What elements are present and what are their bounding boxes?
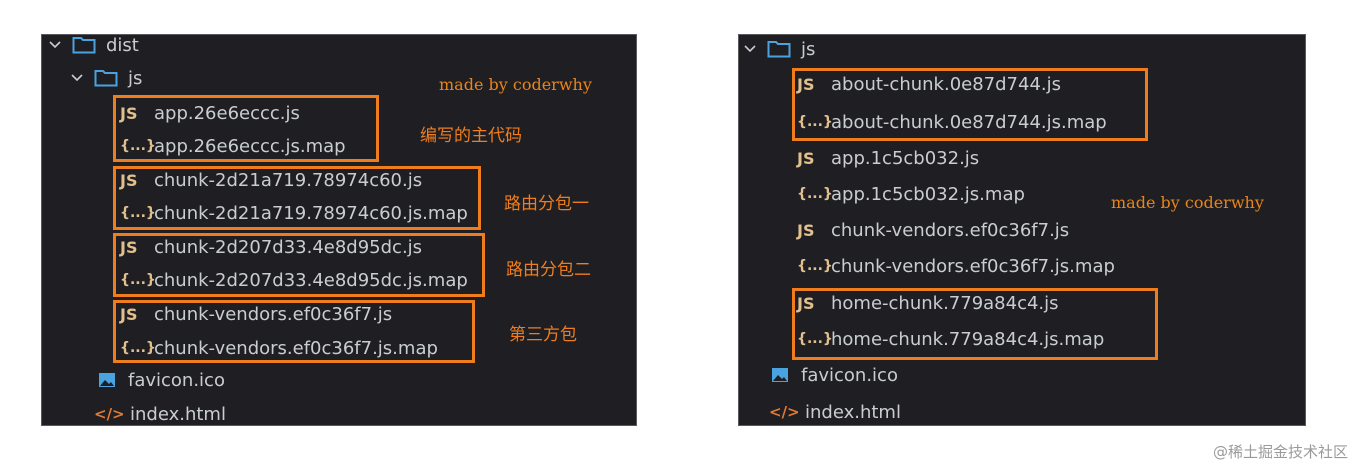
annotation-route-chunk-2: 路由分包二 bbox=[506, 260, 591, 280]
file-row[interactable]: JS chunk-vendors.ef0c36f7.js bbox=[797, 214, 1069, 246]
html-file-icon: </> bbox=[94, 405, 125, 423]
image-file-icon bbox=[98, 372, 118, 388]
js-file-icon: JS bbox=[797, 220, 815, 240]
annotation-main-code: 编写的主代码 bbox=[420, 126, 522, 146]
file-name: index.html bbox=[130, 403, 226, 425]
file-name: chunk-vendors.ef0c36f7.js.map bbox=[831, 255, 1115, 277]
file-row[interactable]: {...} app.1c5cb032.js.map bbox=[797, 178, 1025, 210]
watermark: @稀土掘金技术社区 bbox=[1212, 443, 1348, 461]
js-file-icon: JS bbox=[797, 148, 815, 168]
file-row[interactable]: JS app.1c5cb032.js bbox=[797, 142, 979, 174]
file-row[interactable]: favicon.ico bbox=[771, 359, 898, 391]
made-by-label: made by coderwhy bbox=[1111, 193, 1264, 212]
folder-row-js[interactable]: js bbox=[70, 62, 142, 94]
chevron-down-icon bbox=[743, 42, 757, 56]
folder-icon bbox=[767, 40, 791, 58]
file-row[interactable]: favicon.ico bbox=[98, 364, 225, 396]
made-by-label: made by coderwhy bbox=[439, 75, 592, 94]
file-name: app.1c5cb032.js.map bbox=[831, 183, 1025, 205]
file-name: index.html bbox=[805, 401, 901, 423]
folder-row-js[interactable]: js bbox=[743, 35, 816, 65]
left-file-explorer: dist js JS app.26e6eccc.js {...} app.26e… bbox=[41, 34, 637, 426]
highlight-box bbox=[113, 300, 475, 363]
folder-row-dist[interactable]: dist bbox=[48, 34, 139, 61]
chevron-down-icon bbox=[48, 38, 62, 52]
file-name: favicon.ico bbox=[801, 364, 898, 386]
highlight-box bbox=[113, 95, 379, 162]
highlight-box bbox=[113, 233, 485, 297]
folder-icon bbox=[94, 69, 118, 87]
json-file-icon: {...} bbox=[797, 186, 833, 202]
file-row[interactable]: {...} chunk-vendors.ef0c36f7.js.map bbox=[797, 250, 1115, 282]
annotation-route-chunk-1: 路由分包一 bbox=[504, 194, 589, 214]
json-file-icon: {...} bbox=[797, 258, 833, 274]
folder-icon bbox=[72, 36, 96, 54]
chevron-down-icon bbox=[70, 71, 84, 85]
folder-label: js bbox=[801, 38, 816, 60]
file-name: chunk-vendors.ef0c36f7.js bbox=[831, 219, 1070, 241]
folder-label: dist bbox=[106, 34, 139, 56]
image-file-icon bbox=[771, 367, 791, 383]
file-name: favicon.ico bbox=[128, 369, 225, 391]
file-row[interactable]: </> index.html bbox=[769, 396, 901, 425]
highlight-box bbox=[792, 288, 1158, 360]
annotation-vendors: 第三方包 bbox=[509, 325, 577, 345]
folder-label: js bbox=[128, 67, 143, 89]
file-row[interactable]: </> index.html bbox=[94, 398, 226, 425]
right-file-explorer: js JS about-chunk.0e87d744.js {...} abou… bbox=[738, 34, 1306, 426]
html-file-icon: </> bbox=[769, 403, 800, 421]
highlight-box bbox=[113, 166, 481, 230]
highlight-box bbox=[792, 68, 1148, 141]
file-name: app.1c5cb032.js bbox=[831, 147, 980, 169]
